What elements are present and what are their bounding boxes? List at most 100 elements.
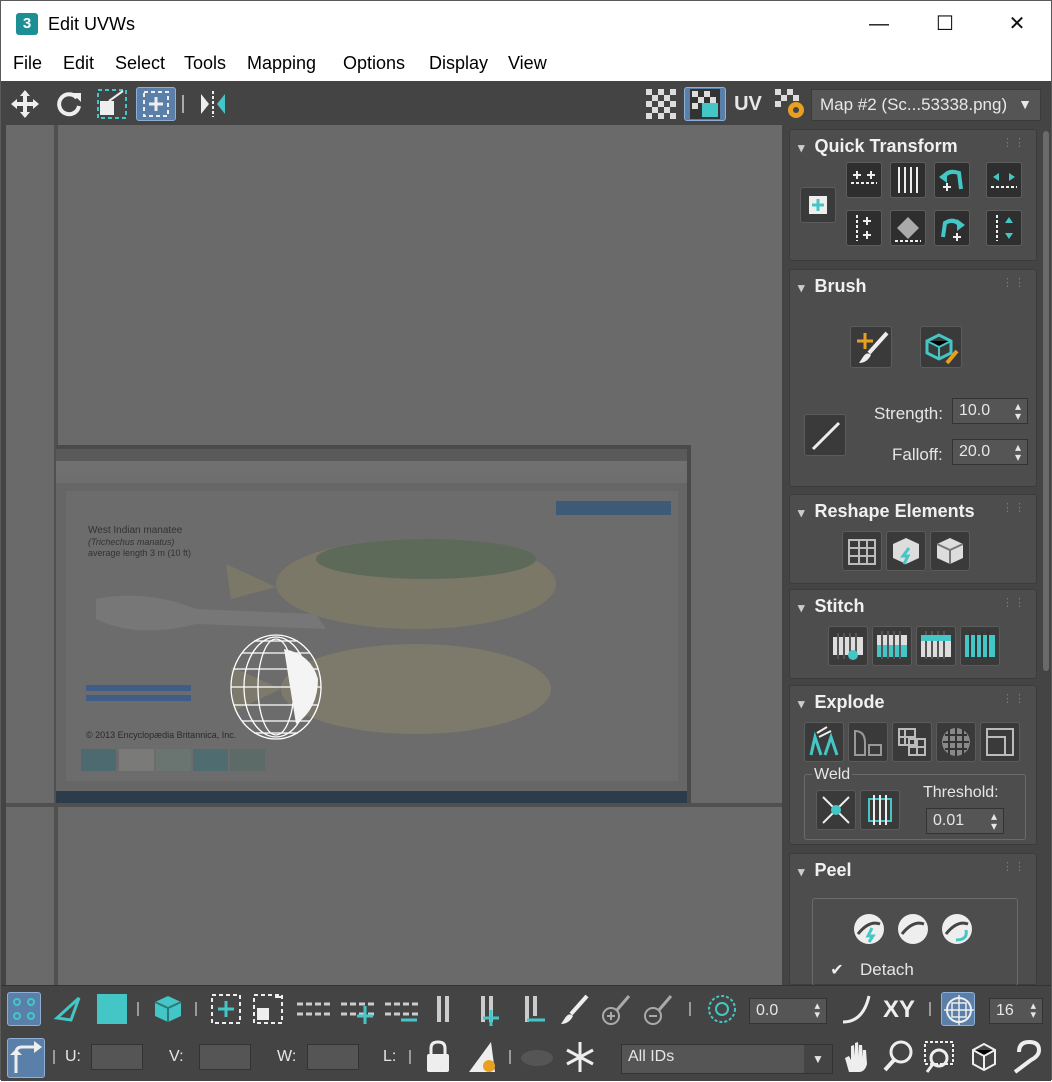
rollout-title[interactable]: Stitch — [798, 596, 865, 617]
stitch-to-target-icon[interactable] — [828, 626, 868, 666]
grid-snap-icon[interactable] — [941, 992, 975, 1026]
rollout-title[interactable]: Brush — [798, 276, 867, 297]
map-selector-dropdown[interactable]: Map #2 (Sc...53338.png) ▼ — [811, 89, 1041, 121]
close-button[interactable]: ✕ — [994, 7, 1040, 41]
zoom-extents-icon[interactable] — [967, 1038, 1001, 1072]
checker-pattern-icon[interactable] — [641, 87, 681, 121]
angle-spinner[interactable]: 0.0 ▴ ▾ — [749, 998, 827, 1024]
zoom-icon[interactable] — [881, 1038, 915, 1072]
rollout-title[interactable]: Explode — [798, 692, 885, 713]
rotate-cw-icon[interactable] — [934, 210, 970, 246]
peel-mode-icon[interactable] — [894, 910, 934, 950]
flatten-by-material-ids-icon[interactable] — [936, 722, 976, 762]
align-horizontal-icon[interactable] — [846, 162, 882, 198]
falloff-curve-icon[interactable] — [804, 414, 846, 456]
align-vertical-space-icon[interactable] — [986, 210, 1022, 246]
freeze-icon[interactable] — [563, 1038, 597, 1072]
element-mode-icon[interactable] — [151, 992, 185, 1026]
falloff-spinner[interactable]: 20.0 ▴ ▾ — [952, 439, 1028, 465]
relax-custom-icon[interactable] — [930, 531, 970, 571]
spinner-arrows-icon[interactable]: ▴ ▾ — [814, 1001, 820, 1021]
absolute-offset-toggle-icon[interactable] — [7, 1038, 45, 1078]
show-map-icon[interactable] — [684, 87, 726, 121]
menu-select[interactable]: Select — [115, 53, 165, 74]
panel-scrollbar[interactable] — [1043, 131, 1049, 671]
threshold-spinner[interactable]: 0.01 ▴ ▾ — [926, 808, 1004, 834]
menu-view[interactable]: View — [508, 53, 547, 74]
detach-checkbox[interactable]: ✔ — [828, 962, 846, 980]
align-vertical-icon[interactable] — [846, 210, 882, 246]
polygon-mode-icon[interactable] — [95, 992, 129, 1026]
rollout-title[interactable]: Peel — [798, 860, 852, 881]
spinner-arrows-icon[interactable]: ▴ ▾ — [991, 810, 997, 832]
edge-mode-icon[interactable] — [51, 992, 85, 1026]
weld-selected-icon[interactable] — [816, 790, 856, 830]
ring-selection-icon[interactable] — [427, 992, 461, 1026]
drag-handle-icon[interactable]: ⋮⋮ — [1002, 276, 1026, 289]
u-field[interactable] — [91, 1044, 143, 1070]
uv-toggle-button[interactable]: UV — [729, 87, 767, 121]
align-horizontal-space-icon[interactable] — [986, 162, 1022, 198]
drag-handle-icon[interactable]: ⋮⋮ — [1002, 501, 1026, 514]
falloff-type-icon[interactable] — [839, 992, 873, 1026]
rollout-title[interactable]: Reshape Elements — [798, 501, 975, 522]
flatten-by-smoothing-groups-icon[interactable] — [892, 722, 932, 762]
material-id-select[interactable]: All IDs ▼ — [621, 1044, 833, 1074]
uv-editor-viewport[interactable]: West Indian manatee (Trichechus manatus)… — [6, 125, 782, 985]
spinner-arrows-icon[interactable]: ▴ ▾ — [1015, 400, 1021, 422]
drag-handle-icon[interactable]: ⋮⋮ — [1002, 136, 1026, 149]
flatten-custom-icon[interactable] — [980, 722, 1020, 762]
grid-size-spinner[interactable]: 16 ▴ ▾ — [989, 998, 1043, 1024]
help-icon[interactable] — [1011, 1038, 1045, 1074]
minimize-button[interactable]: — — [856, 7, 902, 41]
relax-until-flat-icon[interactable] — [886, 531, 926, 571]
stitch-to-source-icon[interactable] — [916, 626, 956, 666]
paint-select-grow-icon[interactable] — [599, 992, 633, 1026]
lock-icon[interactable] — [421, 1038, 455, 1072]
menu-mapping[interactable]: Mapping — [247, 53, 316, 74]
move-icon[interactable] — [7, 87, 43, 121]
scale-icon[interactable] — [93, 87, 131, 121]
grow-selection-icon[interactable] — [209, 992, 243, 1026]
ring-grow-icon[interactable] — [471, 992, 505, 1026]
menu-file[interactable]: File — [13, 53, 42, 74]
rollout-title[interactable]: Quick Transform — [798, 136, 958, 157]
quick-peel-icon[interactable] — [850, 910, 890, 950]
rotate-icon[interactable] — [51, 87, 87, 121]
show-hidden-icon[interactable] — [519, 1038, 553, 1072]
xy-coordinate-toggle[interactable]: XY — [883, 996, 915, 1024]
stitch-custom-icon[interactable] — [960, 626, 1000, 666]
freeform-mode-icon[interactable] — [136, 87, 176, 121]
pan-hand-icon[interactable] — [839, 1038, 873, 1072]
spinner-arrows-icon[interactable]: ▴ ▾ — [1030, 1001, 1036, 1021]
loop-shrink-icon[interactable] — [383, 992, 423, 1026]
settings-checker-icon[interactable] — [771, 87, 809, 121]
vertex-mode-icon[interactable] — [7, 992, 41, 1026]
loop-grow-icon[interactable] — [339, 992, 379, 1026]
drag-handle-icon[interactable]: ⋮⋮ — [1002, 860, 1026, 873]
peel-reset-icon[interactable] — [938, 910, 978, 950]
menu-tools[interactable]: Tools — [184, 53, 226, 74]
spinner-arrows-icon[interactable]: ▴ ▾ — [1015, 441, 1021, 463]
maximize-button[interactable]: ☐ — [922, 7, 968, 41]
drag-handle-icon[interactable]: ⋮⋮ — [1002, 596, 1026, 609]
hide-icon[interactable] — [465, 1038, 499, 1072]
relax-brush-icon[interactable] — [920, 326, 962, 368]
soft-selection-icon[interactable] — [705, 992, 739, 1026]
shrink-selection-icon[interactable] — [251, 992, 285, 1026]
w-field[interactable] — [307, 1044, 359, 1070]
loop-selection-icon[interactable] — [295, 992, 335, 1026]
menu-options[interactable]: Options — [343, 53, 405, 74]
paint-select-shrink-icon[interactable] — [641, 992, 675, 1026]
straighten-selection-icon[interactable] — [842, 531, 882, 571]
menu-edit[interactable]: Edit — [63, 53, 94, 74]
break-by-hard-edges-icon[interactable] — [804, 722, 844, 762]
stitch-average-icon[interactable] — [872, 626, 912, 666]
drag-handle-icon[interactable]: ⋮⋮ — [1002, 692, 1026, 705]
space-vertical-icon[interactable] — [890, 162, 926, 198]
ring-shrink-icon[interactable] — [515, 992, 549, 1026]
strength-spinner[interactable]: 10.0 ▴ ▾ — [952, 398, 1028, 424]
quick-planar-icon[interactable] — [800, 187, 836, 223]
mirror-icon[interactable] — [193, 87, 233, 121]
paint-select-icon[interactable] — [557, 992, 591, 1026]
